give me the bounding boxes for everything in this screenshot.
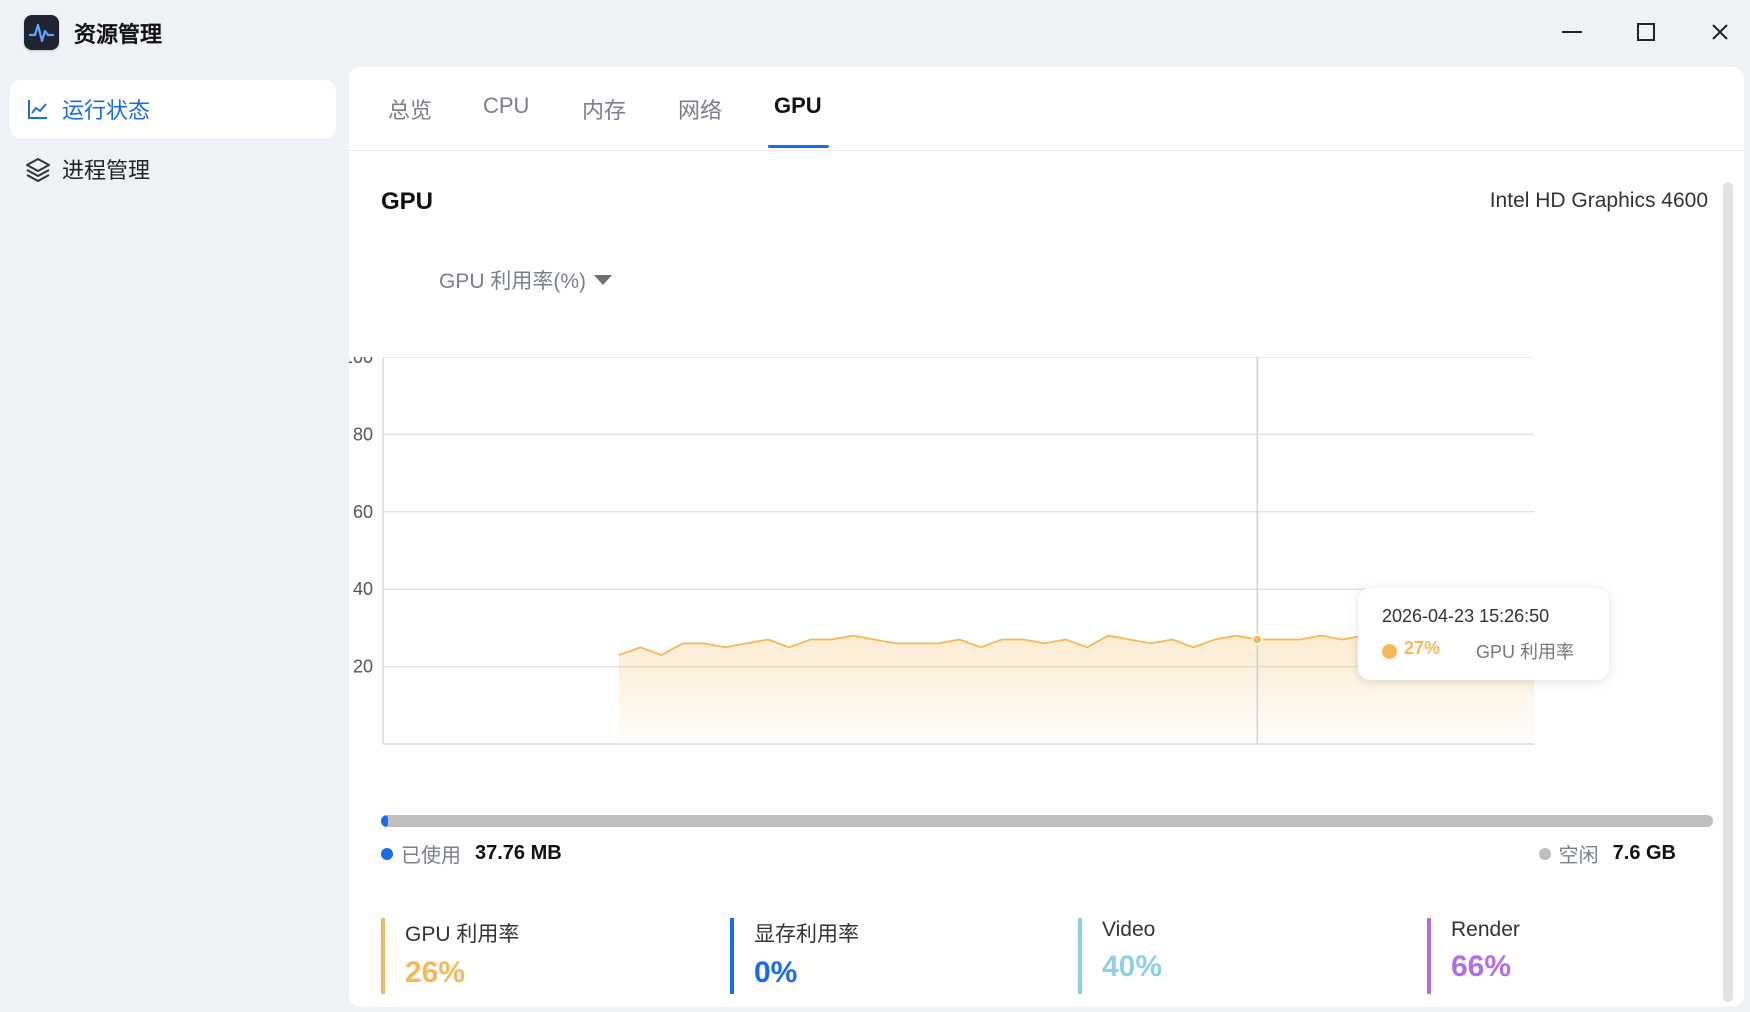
free-dot: [1538, 847, 1551, 860]
stat-label: Video: [1102, 918, 1156, 941]
caret-down-icon: [594, 275, 612, 285]
sidebar-item-label: 运行状态: [62, 98, 151, 123]
tab-gpu[interactable]: GPU: [774, 93, 822, 151]
scrollbar-thumb[interactable]: [1723, 182, 1733, 1002]
active-tab-indicator: [768, 145, 829, 148]
scrollbar-track[interactable]: [1723, 182, 1733, 1002]
maximize-icon: [1637, 23, 1655, 41]
tab-cpu[interactable]: CPU: [483, 93, 529, 151]
y-tick-label: 40: [353, 579, 373, 599]
maximize-button[interactable]: [1624, 10, 1668, 54]
sidebar-item-processes[interactable]: 进程管理: [10, 140, 336, 198]
stat-vram-usage: 显存利用率 0%: [730, 918, 859, 994]
memory-free: 空闲 7.6 GB: [1538, 839, 1676, 868]
hover-point: [1252, 634, 1263, 645]
stat-label: 显存利用率: [754, 923, 859, 946]
stat-label: GPU 利用率: [405, 923, 520, 946]
section-title: GPU: [381, 188, 434, 215]
y-tick-label: 100: [349, 357, 373, 367]
y-tick-label: 80: [353, 424, 373, 444]
tooltip-value: 27%: [1404, 638, 1441, 658]
gpu-model-name: Intel HD Graphics 4600: [1489, 189, 1708, 212]
memory-used-value: 37.76 MB: [475, 842, 562, 864]
tab-overview[interactable]: 总览: [388, 93, 432, 151]
main-panel: 总览 CPU 内存 网络 GPU GPU Intel HD Graphics 4…: [349, 67, 1744, 1007]
layers-icon: [24, 155, 52, 183]
used-dot: [381, 847, 393, 860]
sidebar-item-label: 进程管理: [62, 158, 151, 183]
minimize-button[interactable]: [1550, 10, 1594, 54]
stat-render: Render 66%: [1427, 918, 1520, 994]
sidebar: 运行状态 进程管理: [10, 80, 336, 200]
tooltip-series-dot: [1382, 644, 1397, 659]
tooltip-time: 2026-04-23 15:26:50: [1382, 606, 1550, 626]
close-icon: [1712, 24, 1728, 40]
tab-bar: 总览 CPU 内存 网络 GPU: [349, 67, 1744, 151]
app-logo-icon: [24, 15, 59, 50]
tab-network[interactable]: 网络: [678, 93, 722, 151]
stat-value: 40%: [1102, 950, 1163, 983]
stat-label: Render: [1451, 918, 1520, 941]
chart-tooltip: 2026-04-23 15:26:50 27% GPU 利用率: [1358, 588, 1609, 680]
line-chart-icon: [24, 95, 52, 123]
y-tick-label: 20: [353, 657, 373, 677]
close-button[interactable]: [1698, 10, 1742, 54]
stat-video: Video 40%: [1078, 918, 1162, 994]
tooltip-series-name: GPU 利用率: [1476, 642, 1575, 662]
stat-value: 0%: [754, 956, 798, 989]
memory-free-label: 空闲: [1558, 845, 1599, 867]
metric-dropdown-value: GPU 利用率(%): [439, 270, 586, 293]
tab-memory[interactable]: 内存: [582, 93, 626, 151]
title-bar: 资源管理: [0, 0, 1750, 64]
y-tick-label: 60: [353, 502, 373, 522]
memory-usage-fill: [381, 815, 388, 827]
app-title: 资源管理: [74, 22, 163, 47]
minimize-icon: [1562, 31, 1582, 33]
stat-gpu-usage: GPU 利用率 26%: [381, 918, 519, 994]
stat-value: 66%: [1451, 950, 1512, 983]
memory-free-value: 7.6 GB: [1612, 842, 1676, 864]
memory-used: 已使用 37.76 MB: [381, 839, 562, 868]
memory-usage-bar: [381, 815, 1713, 827]
metric-dropdown[interactable]: GPU 利用率(%): [439, 265, 612, 295]
stat-value: 26%: [405, 956, 466, 989]
memory-used-label: 已使用: [401, 845, 461, 867]
sidebar-item-status[interactable]: 运行状态: [10, 80, 336, 138]
